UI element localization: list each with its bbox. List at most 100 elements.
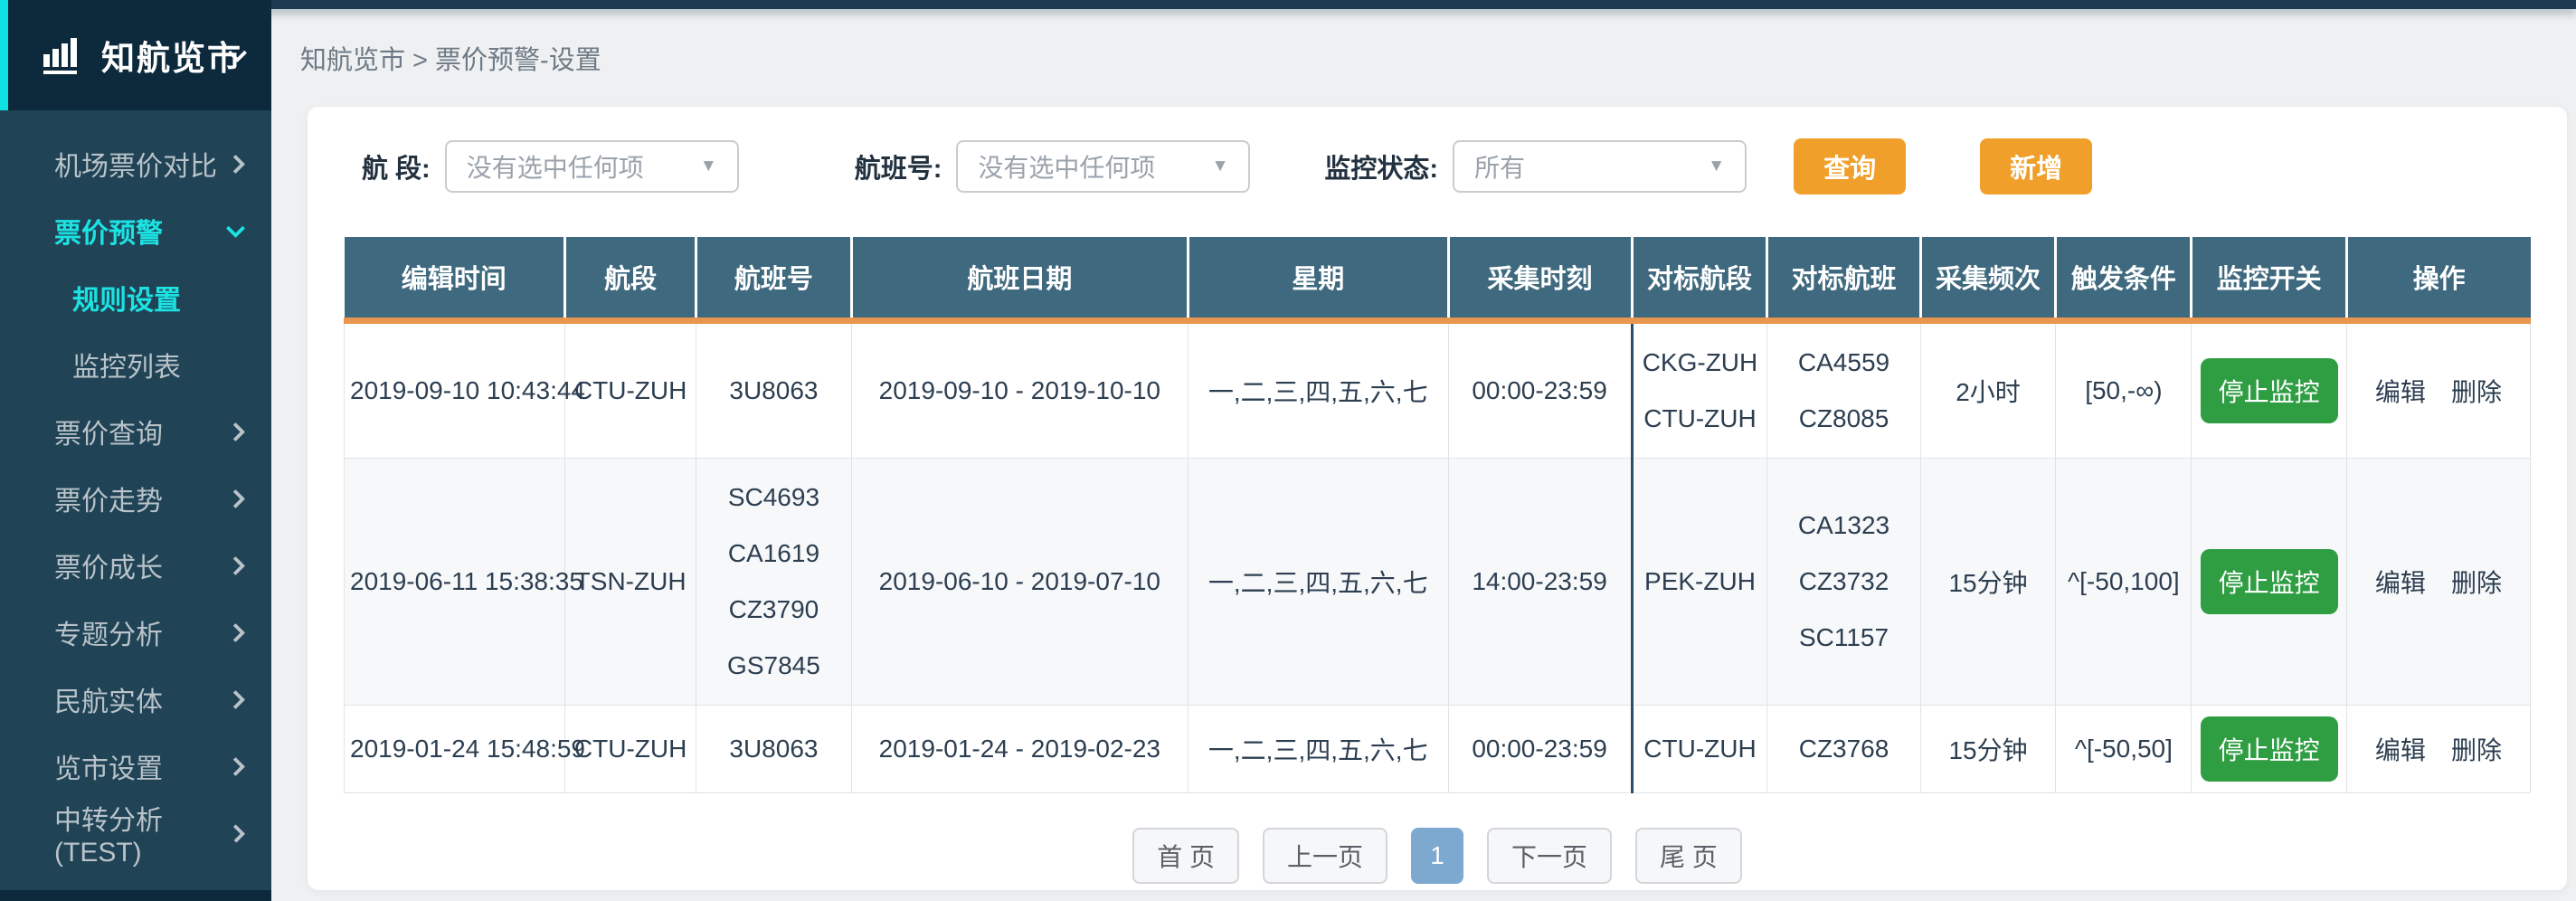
main-area: 知航览市 > 票价预警-设置 航 段: 没有选中任何项 ▼ 航班号: 没有选中任… — [271, 9, 2576, 901]
cell-line: 2019-09-10 - 2019-10-10 — [857, 363, 1182, 419]
sidebar-item-label: 专题分析 — [54, 612, 163, 652]
cell-edit-time: 2019-09-10 10:43:44 — [345, 320, 565, 458]
cell-line: 3U8063 — [702, 363, 846, 419]
sidebar-item-票价查询[interactable]: 票价查询 — [0, 398, 271, 465]
stop-monitoring-button[interactable]: 停止监控 — [2201, 716, 2338, 782]
cell-benchmark-flight: CA1323CZ3732SC1157 — [1767, 458, 1920, 705]
cell-collect-time: 00:00-23:59 — [1448, 320, 1632, 458]
cell-line: CZ8085 — [1773, 391, 1914, 447]
cell-line: 2019-06-11 15:38:35 — [350, 554, 559, 610]
sidebar-item-票价预警[interactable]: 票价预警 — [0, 197, 271, 264]
query-button[interactable]: 查询 — [1794, 138, 1906, 194]
cell-line: ^[-50,100] — [2061, 554, 2185, 610]
sidebar-item-label: 民航实体 — [54, 679, 163, 719]
cell-line: 2019-01-24 15:48:59 — [350, 721, 559, 777]
cell-flight-no: 3U8063 — [696, 320, 852, 458]
column-header-benchmark-flight: 对标航班 — [1767, 237, 1920, 320]
delete-link[interactable]: 删除 — [2451, 378, 2502, 406]
sidebar-item-中转分析(TEST)[interactable]: 中转分析(TEST) — [0, 800, 271, 867]
cell-benchmark-segment: CTU-ZUH — [1632, 705, 1767, 792]
monitor-status-select[interactable]: 所有 ▼ — [1453, 140, 1747, 193]
cell-line: GS7845 — [702, 638, 846, 694]
sidebar-item-票价成长[interactable]: 票价成长 — [0, 532, 271, 599]
stop-monitoring-button[interactable]: 停止监控 — [2201, 358, 2338, 423]
page-number-button[interactable]: 1 — [1411, 828, 1463, 884]
cell-benchmark-segment: PEK-ZUH — [1632, 458, 1767, 705]
column-header-collect-frequency: 采集频次 — [1920, 237, 2056, 320]
cell-line: CA1323 — [1773, 498, 1914, 554]
cell-line: CZ3768 — [1773, 721, 1914, 777]
column-header-flight-date: 航班日期 — [851, 237, 1188, 320]
pagination: 首 页上一页 1 下一页尾 页 — [344, 828, 2531, 884]
cell-line: CTU-ZUH — [571, 363, 690, 419]
cell-operations: 编辑删除 — [2346, 458, 2530, 705]
table-header-row: 编辑时间航段航班号航班日期星期采集时刻对标航段对标航班采集频次触发条件监控开关操… — [345, 237, 2531, 320]
prev-page-button[interactable]: 上一页 — [1263, 828, 1387, 884]
cell-line: ^[-50,50] — [2061, 721, 2185, 777]
segment-select[interactable]: 没有选中任何项 ▼ — [445, 140, 739, 193]
chevron-right-icon — [226, 622, 245, 641]
breadcrumb: 知航览市 > 票价预警-设置 — [271, 9, 2576, 107]
cell-collect-time: 00:00-23:59 — [1448, 705, 1632, 792]
sidebar-item-览市设置[interactable]: 览市设置 — [0, 733, 271, 800]
caret-down-icon: ▼ — [700, 156, 717, 176]
cell-weekdays: 一,二,三,四,五,六,七 — [1188, 458, 1448, 705]
monitor-status-filter-label: 监控状态: — [1324, 147, 1438, 185]
column-header-weekdays: 星期 — [1188, 237, 1448, 320]
caret-down-icon: ▼ — [1708, 156, 1725, 176]
cell-benchmark-flight: CZ3768 — [1767, 705, 1920, 792]
cell-trigger-condition: ^[-50,100] — [2056, 458, 2192, 705]
cell-edit-time: 2019-06-11 15:38:35 — [345, 458, 565, 705]
cell-edit-time: 2019-01-24 15:48:59 — [345, 705, 565, 792]
filter-bar: 航 段: 没有选中任何项 ▼ 航班号: 没有选中任何项 ▼ 监控状态: 所有 ▼… — [344, 139, 2531, 194]
cell-flight-no: SC4693CA1619CZ3790GS7845 — [696, 458, 852, 705]
cell-flight-date: 2019-01-24 - 2019-02-23 — [851, 705, 1188, 792]
sidebar-item-票价走势[interactable]: 票价走势 — [0, 465, 271, 532]
column-header-flight-no: 航班号 — [696, 237, 852, 320]
cell-line: 2小时 — [1927, 359, 2050, 422]
cell-flight-no: 3U8063 — [696, 705, 852, 792]
sidebar-accent-bar — [0, 0, 8, 110]
cell-line: CZ3732 — [1773, 554, 1914, 610]
cell-segment: TSN-ZUH — [565, 458, 696, 705]
cell-line: 一,二,三,四,五,六,七 — [1194, 359, 1443, 422]
chevron-right-icon — [226, 488, 245, 507]
table-body: 2019-09-10 10:43:44CTU-ZUH3U80632019-09-… — [345, 320, 2531, 792]
stop-monitoring-button[interactable]: 停止监控 — [2201, 549, 2338, 614]
edit-link[interactable]: 编辑 — [2375, 569, 2426, 597]
sidebar-menu: 机场票价对比票价预警规则设置监控列表票价查询票价走势票价成长专题分析民航实体览市… — [0, 110, 271, 890]
sidebar-item-专题分析[interactable]: 专题分析 — [0, 599, 271, 666]
edit-link[interactable]: 编辑 — [2375, 378, 2426, 406]
cell-trigger-condition: [50,-∞) — [2056, 320, 2192, 458]
next-page-button[interactable]: 下一页 — [1487, 828, 1612, 884]
chevron-right-icon — [226, 689, 245, 708]
cell-line: TSN-ZUH — [571, 554, 690, 610]
caret-down-icon: ▼ — [1212, 156, 1229, 176]
cell-line: CKG-ZUH — [1639, 335, 1762, 391]
flight-no-select[interactable]: 没有选中任何项 ▼ — [956, 140, 1250, 193]
sidebar-item-机场票价对比[interactable]: 机场票价对比 — [0, 130, 271, 197]
chevron-right-icon — [226, 422, 245, 441]
chevron-down-icon — [226, 218, 245, 237]
delete-link[interactable]: 删除 — [2451, 569, 2502, 597]
sidebar-item-监控列表[interactable]: 监控列表 — [0, 331, 271, 398]
sidebar-item-规则设置[interactable]: 规则设置 — [0, 264, 271, 331]
cell-line: PEK-ZUH — [1639, 554, 1762, 610]
first-page-button[interactable]: 首 页 — [1132, 828, 1239, 884]
cell-trigger-condition: ^[-50,50] — [2056, 705, 2192, 792]
sidebar-item-民航实体[interactable]: 民航实体 — [0, 666, 271, 733]
column-header-edit-time: 编辑时间 — [345, 237, 565, 320]
sidebar-item-label: 票价查询 — [54, 412, 163, 451]
cell-line: SC4693 — [702, 469, 846, 526]
delete-link[interactable]: 删除 — [2451, 736, 2502, 764]
sidebar-header[interactable]: 知航览市 — [0, 0, 271, 110]
column-header-segment: 航段 — [565, 237, 696, 320]
table-row: 2019-06-11 15:38:35TSN-ZUHSC4693CA1619CZ… — [345, 458, 2531, 705]
last-page-button[interactable]: 尾 页 — [1635, 828, 1742, 884]
edit-link[interactable]: 编辑 — [2375, 736, 2426, 764]
add-button[interactable]: 新增 — [1980, 138, 2092, 194]
sidebar-item-label: 览市设置 — [54, 746, 163, 786]
flight-no-filter-label: 航班号: — [855, 147, 942, 185]
cell-line: 00:00-23:59 — [1454, 721, 1625, 777]
app-title: 知航览市 — [101, 31, 242, 80]
